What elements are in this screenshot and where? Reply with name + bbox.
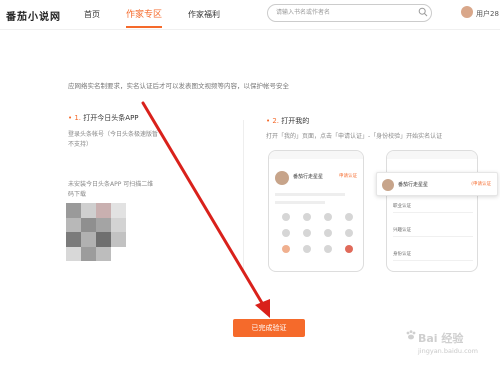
divider [243,120,244,270]
page: 番茄小说网 首页 作家专区 作家福利 请输入书名或作者名 用户28 应网络实名制… [0,0,500,370]
main-nav: 首页 作家专区 作家福利 [84,0,246,30]
profile-card: 番茄行走星星 (申请认证 [376,172,498,196]
user-avatar[interactable] [461,6,473,18]
watermark-title: Bai 经验 [418,332,464,345]
phone-avatar [275,171,289,185]
phone2-item-occupation: 职业认证 [393,203,473,213]
realname-notice: 应网络实名制要求，实名认证后才可以发表图文视频等内容，以保护帐号安全 [68,82,289,90]
step2-label: 打开我的 [281,117,310,125]
phone2-item-identity: 身份认证 [393,251,473,261]
phone2-status-bar [387,151,477,159]
step1-label: 打开今日头条APP [83,114,139,122]
nav-author-zone[interactable]: 作家专区 [126,0,163,30]
qr-code [66,203,126,261]
step1-title: • 1. 打开今日头条APP [68,113,139,123]
phone2-item-interest: 兴趣认证 [393,227,473,237]
step1-number: • 1. [68,114,82,122]
phone-mockup-verify: 职业认证 兴趣认证 身份认证 [386,150,478,272]
phone-mockup-my-page: 番茄行走星星 申请认证 [268,150,364,272]
search-icon[interactable] [418,7,428,17]
search-input[interactable]: 请输入书名或作者名 [267,4,432,22]
nav-home[interactable]: 首页 [84,0,100,30]
nav-author-benefits[interactable]: 作家福利 [188,0,220,30]
user-name[interactable]: 用户28 [476,9,499,19]
phone-icon-grid [275,213,359,253]
baidu-paw-icon [406,330,416,340]
step1-download-hint: 未安装今日头条APP 可扫描二维码下载 [68,181,154,198]
step2-number: • 2. [266,117,280,125]
phone-stats-line-2 [275,201,325,204]
step2-title: • 2. 打开我的 [266,116,309,126]
phone-apply-tag: 申请认证 [339,174,357,179]
verification-done-button[interactable]: 已完成验证 [233,319,305,337]
card-apply-tag: (申请认证 [471,182,491,187]
card-user-name: 番茄行走星星 [398,182,429,188]
top-header: 番茄小说网 首页 作家专区 作家福利 请输入书名或作者名 用户28 [0,0,500,30]
site-logo[interactable]: 番茄小说网 [6,8,61,23]
step1-description: 登录头条帐号（今日头条极速版暂不支持） [68,131,159,148]
watermark: Bai 经验 jingyan.baidu.com [418,333,478,357]
step2-description: 打开「我的」页面，点击「申请认证」-「身份校验」开始实名认证 [266,133,443,140]
phone-stats-line [275,193,345,196]
phone-user-name: 番茄行走星星 [293,174,324,180]
phone-status-bar [269,151,363,159]
watermark-url: jingyan.baidu.com [418,347,478,355]
card-avatar [382,179,394,191]
